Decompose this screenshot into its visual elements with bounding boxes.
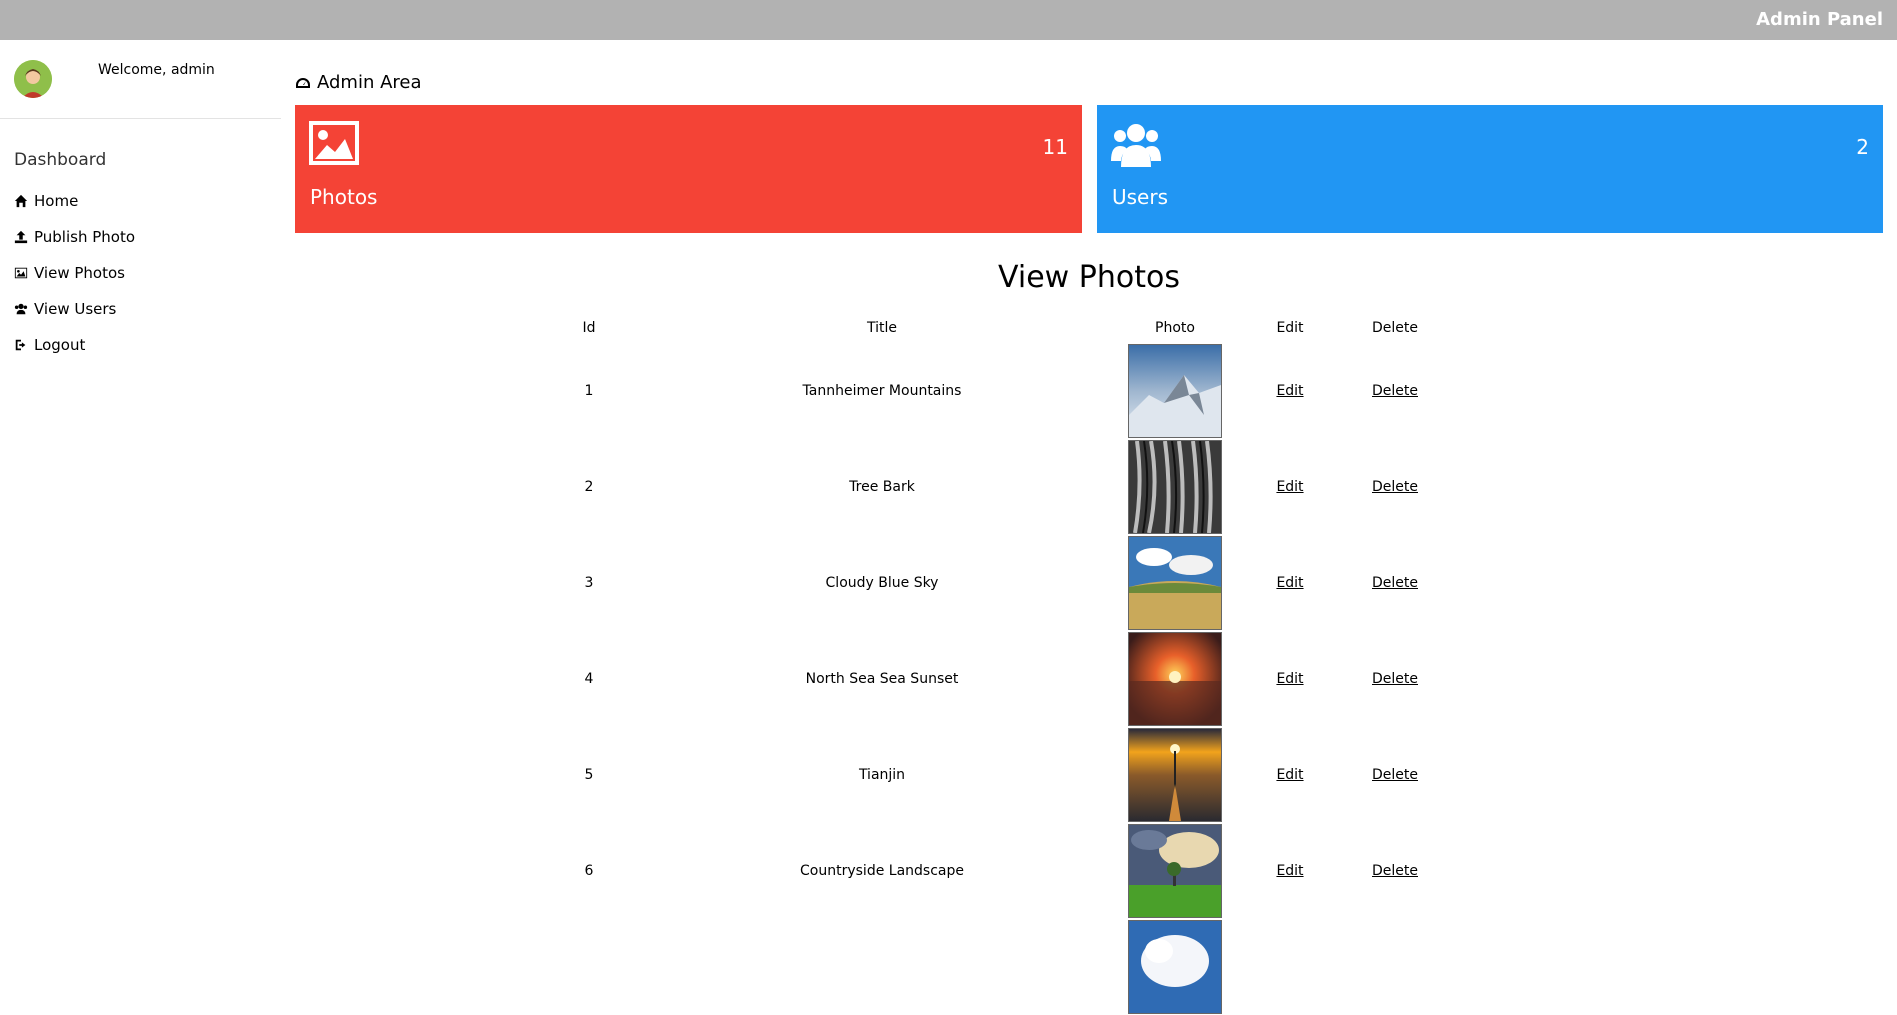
- delete-link[interactable]: Delete: [1372, 383, 1418, 399]
- users-stat-card[interactable]: 2 Users: [1097, 105, 1883, 233]
- section-title: View Photos: [998, 260, 1180, 295]
- sidebar: Welcome, admin Dashboard Home Publish Ph…: [0, 40, 281, 944]
- dashboard-icon: [296, 77, 310, 88]
- brand-title: Admin Panel: [1756, 9, 1883, 30]
- sidebar-item-label: View Users: [34, 300, 117, 318]
- sidebar-item-label: Home: [34, 192, 79, 210]
- cell-id: 1: [584, 383, 594, 399]
- users-count: 2: [1856, 135, 1869, 159]
- edit-link[interactable]: Edit: [1276, 671, 1303, 687]
- sign-out-icon: [15, 339, 26, 351]
- sidebar-item-label: Publish Photo: [34, 228, 136, 246]
- cell-title: [654, 919, 1110, 1015]
- table-row: 4 North Sea Sea Sunset Edit Delete: [524, 631, 1450, 727]
- photo-thumbnail[interactable]: [1128, 344, 1222, 438]
- photo-thumbnail[interactable]: [1128, 920, 1222, 1014]
- admin-area-heading: Admin Area: [295, 72, 422, 93]
- edit-link[interactable]: Edit: [1276, 575, 1303, 591]
- photo-thumbnail[interactable]: [1128, 728, 1222, 822]
- delete-link[interactable]: Delete: [1372, 863, 1418, 879]
- sidebar-item-view-users[interactable]: View Users: [14, 300, 116, 318]
- cell-id: 5: [584, 767, 594, 783]
- column-header-delete: Delete: [1372, 320, 1418, 336]
- table-row: 3 Cloudy Blue Sky Edit Delete: [524, 535, 1450, 631]
- table-header-row: Id Title Photo Edit Delete: [524, 313, 1450, 343]
- edit-link[interactable]: Edit: [1276, 863, 1303, 879]
- cell-id: 6: [584, 863, 594, 879]
- users-icon: [14, 303, 28, 315]
- cell-id: 2: [584, 479, 594, 495]
- delete-link[interactable]: Delete: [1372, 479, 1418, 495]
- top-bar: Admin Panel: [0, 0, 1897, 40]
- cell-title: Tree Bark: [849, 479, 915, 495]
- table-row: 5 Tianjin Edit Delete: [524, 727, 1450, 823]
- avatar: [14, 60, 52, 98]
- users-label: Users: [1112, 185, 1169, 209]
- column-header-edit: Edit: [1276, 320, 1304, 336]
- table-row: [524, 919, 1450, 1015]
- upload-icon: [14, 230, 28, 244]
- home-icon: [14, 194, 28, 208]
- welcome-text: Welcome, admin: [98, 62, 215, 78]
- edit-link[interactable]: Edit: [1276, 479, 1303, 495]
- column-header-photo: Photo: [1155, 320, 1195, 336]
- cell-title: Countryside Landscape: [800, 863, 964, 879]
- column-header-title: Title: [866, 320, 897, 336]
- table-row: 1 Tannheimer Mountains Edit Delete: [524, 343, 1450, 439]
- sidebar-item-home[interactable]: Home: [14, 192, 78, 210]
- sidebar-item-view-photos[interactable]: View Photos: [14, 264, 125, 282]
- users-icon: [1111, 124, 1161, 167]
- cell-id: 3: [584, 575, 594, 591]
- photos-label: Photos: [310, 185, 378, 209]
- table-row: 6 Countryside Landscape Edit Delete: [524, 823, 1450, 919]
- photos-table: Id Title Photo Edit Delete 1 Tannheimer …: [524, 313, 1450, 1015]
- delete-link[interactable]: Delete: [1372, 671, 1418, 687]
- cell-title: Tianjin: [858, 767, 906, 783]
- photos-stat-card[interactable]: 11 Photos: [295, 105, 1082, 233]
- sidebar-item-logout[interactable]: Logout: [14, 336, 85, 354]
- table-row: 2 Tree Bark Edit Delete: [524, 439, 1450, 535]
- page-title: Admin Area: [317, 72, 422, 93]
- cell-id: 4: [584, 671, 594, 687]
- sidebar-item-label: View Photos: [34, 264, 125, 282]
- photo-thumbnail[interactable]: [1128, 824, 1222, 918]
- cell-title: Tannheimer Mountains: [802, 383, 962, 399]
- photo-thumbnail[interactable]: [1128, 440, 1222, 534]
- image-icon: [309, 121, 359, 165]
- column-header-id: Id: [582, 320, 596, 336]
- user-box: Welcome, admin: [0, 40, 281, 119]
- sidebar-item-publish-photo[interactable]: Publish Photo: [14, 228, 135, 246]
- photos-count: 11: [1042, 135, 1068, 159]
- delete-link[interactable]: Delete: [1372, 575, 1418, 591]
- photo-thumbnail[interactable]: [1128, 536, 1222, 630]
- cell-title: Cloudy Blue Sky: [825, 575, 939, 591]
- cell-id: [524, 919, 654, 1015]
- image-icon: [14, 267, 28, 279]
- main-content: Admin Area 11 Photos 2 Users View Photos…: [295, 40, 1883, 1014]
- photo-thumbnail[interactable]: [1128, 632, 1222, 726]
- edit-link[interactable]: Edit: [1276, 767, 1303, 783]
- cell-title: North Sea Sea Sunset: [805, 671, 959, 687]
- sidebar-item-label: Logout: [34, 336, 86, 354]
- edit-link[interactable]: Edit: [1276, 383, 1303, 399]
- dashboard-title: Dashboard: [14, 150, 107, 170]
- delete-link[interactable]: Delete: [1372, 767, 1418, 783]
